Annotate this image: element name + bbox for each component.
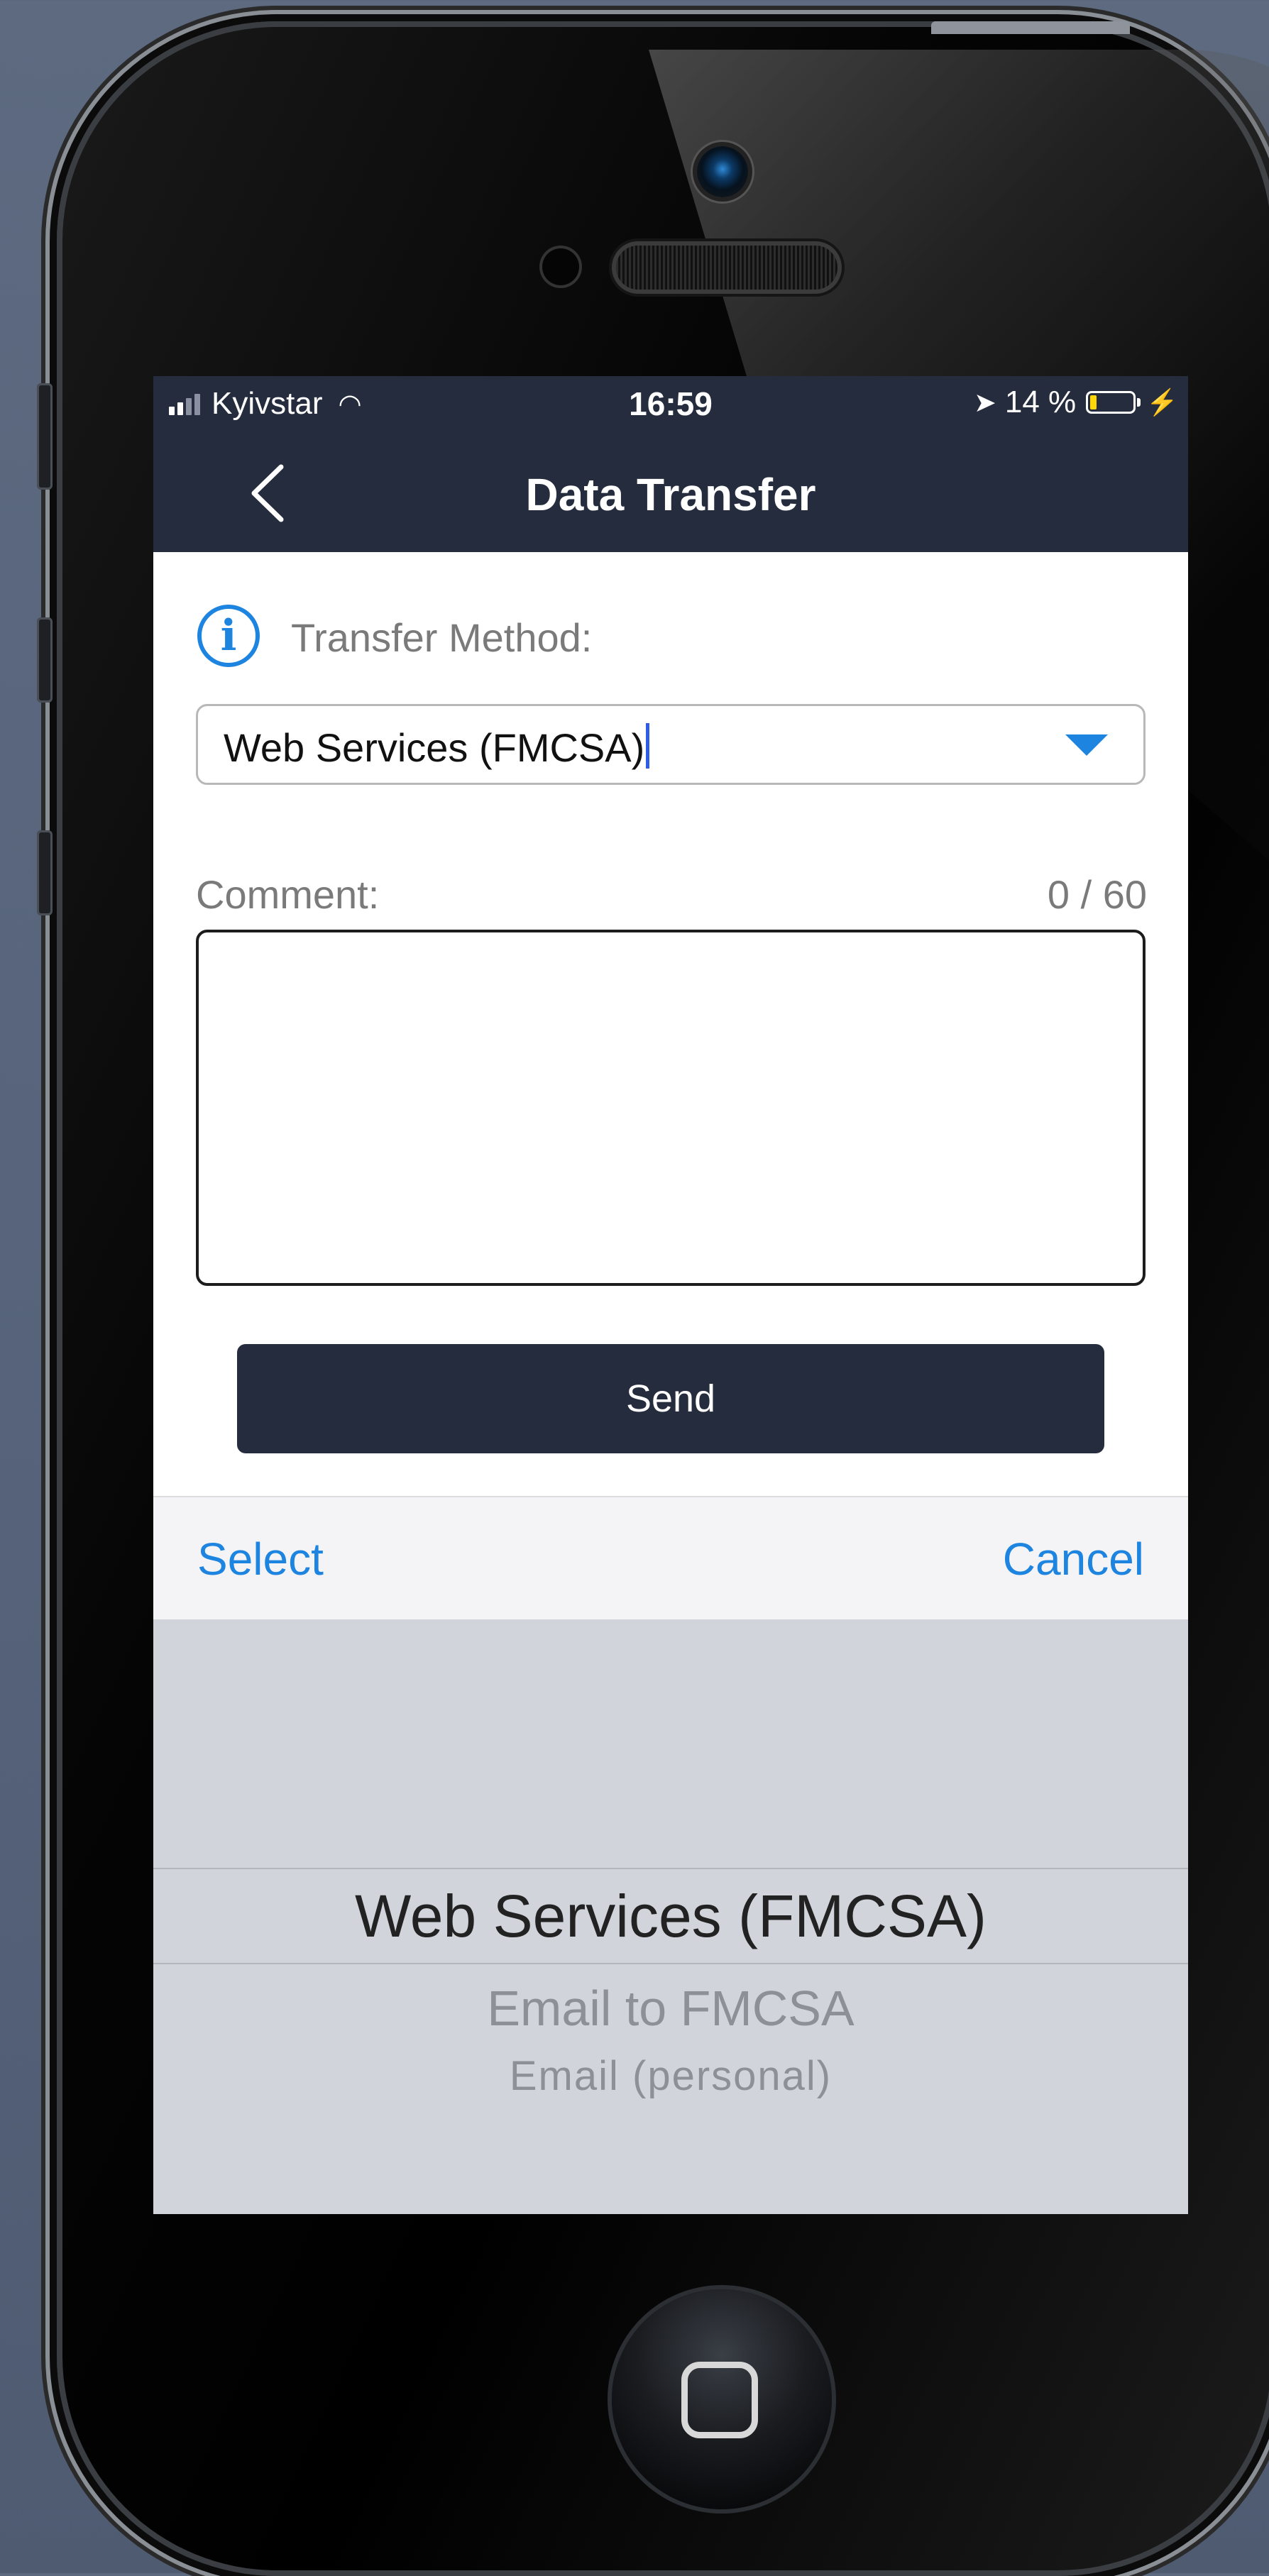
home-square-icon <box>681 2362 758 2438</box>
picker-selection-bottom-line <box>153 1963 1188 1964</box>
picker-option[interactable]: Web Services (FMCSA) <box>153 1882 1188 1951</box>
info-icon[interactable]: i <box>197 605 260 667</box>
battery-tip <box>1137 398 1141 407</box>
picker-cancel-button[interactable]: Cancel <box>1003 1533 1144 1585</box>
battery-icon <box>1086 391 1136 414</box>
battery-percent: 14 % <box>1004 385 1077 419</box>
proximity-sensor <box>542 248 579 285</box>
send-button[interactable]: Send <box>237 1344 1104 1453</box>
app-screen: Kyivstar ◠ 16:59 ➤ 14 % ⚡ Data Transfer … <box>153 376 1188 2214</box>
comment-label: Comment: <box>196 872 380 917</box>
front-camera <box>697 146 748 197</box>
status-bar: Kyivstar ◠ 16:59 ➤ 14 % ⚡ <box>153 376 1188 431</box>
picker-selection-top-line <box>153 1868 1188 1869</box>
charging-bolt-icon: ⚡ <box>1146 387 1178 417</box>
nav-bar: Data Transfer <box>153 431 1188 552</box>
home-button[interactable] <box>612 2289 832 2509</box>
location-arrow-icon: ➤ <box>974 387 996 418</box>
transfer-method-dropdown[interactable]: Web Services (FMCSA) <box>196 704 1146 785</box>
comment-char-counter: 0 / 60 <box>1047 872 1147 917</box>
transfer-method-label: Transfer Method: <box>291 615 593 660</box>
comment-textarea[interactable] <box>196 930 1146 1286</box>
picker-select-button[interactable]: Select <box>197 1533 324 1585</box>
picker-option[interactable]: Email (personal) <box>153 2052 1188 2100</box>
earpiece-speaker <box>616 246 837 290</box>
transfer-method-value: Web Services (FMCSA) <box>224 725 645 770</box>
page-title: Data Transfer <box>525 469 816 520</box>
volume-up-button <box>37 617 53 703</box>
mute-switch <box>37 383 53 490</box>
power-button <box>931 21 1130 34</box>
volume-down-button <box>37 830 53 915</box>
text-cursor <box>646 723 650 769</box>
dropdown-arrow-icon <box>1065 734 1108 756</box>
transfer-method-picker[interactable]: Web Services (FMCSA) Email to FMCSA Emai… <box>153 1619 1188 2214</box>
picker-toolbar: Select Cancel <box>153 1496 1188 1619</box>
picker-option[interactable]: Email to FMCSA <box>153 1980 1188 2037</box>
